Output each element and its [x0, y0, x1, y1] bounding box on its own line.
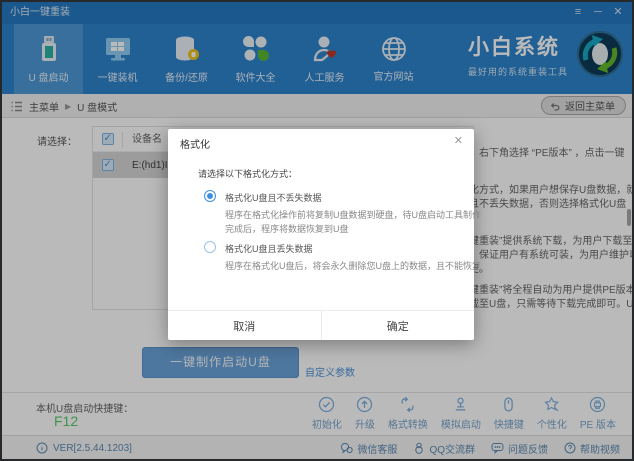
format-dialog: 格式化 ✕ 请选择以下格式化方式： 格式化U盘且不丢失数据 程序在格式化操作前将…: [168, 129, 481, 340]
dialog-close-icon[interactable]: ✕: [454, 134, 463, 147]
dialog-title: 格式化: [180, 140, 210, 151]
format-option-lose-data[interactable]: 格式化U盘且丢失数据 程序在格式化U盘后，将会永久删除您U盘上的数据，且不能恢复: [204, 241, 482, 273]
radio-selected-icon[interactable]: [204, 190, 216, 202]
option-label: 格式化U盘且不丢失数据: [225, 193, 322, 203]
dialog-footer: 取消 确定: [168, 310, 474, 340]
format-option-keep-data[interactable]: 格式化U盘且不丢失数据 程序在格式化操作前将复制U盘数据到硬盘，待U盘启动工具制…: [204, 190, 482, 236]
radio-unselected-icon[interactable]: [204, 241, 216, 253]
app-window: 小白一键重装 ≡ ─ ✕ U 盘启动 一键装机 备份/还原 软件大全 人工服务 …: [0, 0, 634, 461]
option-description: 程序在格式化操作前将复制U盘数据到硬盘，待U盘启动工具制作完成后，程序将数据恢复…: [225, 210, 482, 234]
confirm-button[interactable]: 确定: [320, 311, 475, 340]
dialog-prompt: 请选择以下格式化方式：: [198, 169, 298, 179]
option-label: 格式化U盘且丢失数据: [225, 244, 313, 254]
option-description: 程序在格式化U盘后，将会永久删除您U盘上的数据，且不能恢复: [225, 261, 482, 271]
cancel-button[interactable]: 取消: [168, 311, 321, 340]
